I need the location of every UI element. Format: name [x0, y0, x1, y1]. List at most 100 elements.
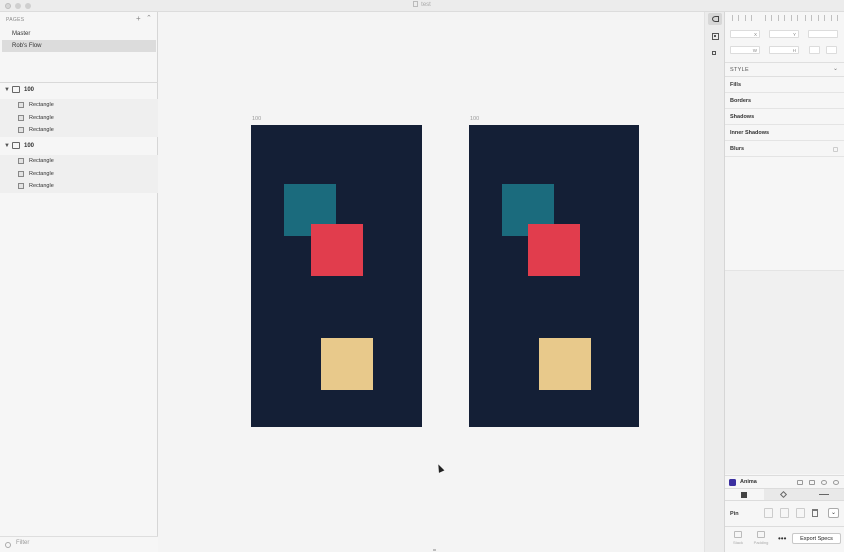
sand-rectangle[interactable]	[539, 338, 591, 390]
document-icon	[413, 1, 419, 7]
anima-logo-icon	[729, 479, 736, 486]
layer-label: Rectangle	[29, 170, 54, 177]
layer-row[interactable]: Rectangle	[0, 111, 158, 124]
mouse-cursor-icon	[435, 463, 445, 473]
w-field-label: W	[752, 48, 757, 53]
inspector-empty-area	[725, 270, 844, 474]
layer-label: Rectangle	[29, 158, 54, 164]
pin-label: Pin	[730, 511, 739, 517]
x-field[interactable]: X	[730, 30, 760, 38]
align-bottom-icon[interactable]	[831, 15, 838, 21]
filter-input[interactable]: Filter	[16, 540, 29, 546]
layer-label: Rectangle	[29, 114, 54, 121]
pin-dropdown[interactable]: ⌄	[828, 508, 839, 518]
rectangle-icon	[18, 102, 24, 108]
align-center-icon[interactable]	[778, 15, 785, 21]
y-field[interactable]: Y	[769, 30, 799, 38]
disclosure-triangle-icon[interactable]: ▼	[4, 83, 10, 97]
window-title-text: test	[421, 2, 431, 8]
layer-label: Rectangle	[29, 102, 54, 108]
artboard-title[interactable]: 100	[470, 116, 479, 122]
gear-icon[interactable]	[821, 480, 827, 485]
height-field[interactable]: H	[769, 46, 799, 54]
flip-horizontal-button[interactable]	[809, 46, 820, 54]
layout-tab-icon	[741, 492, 747, 498]
fills-section[interactable]: Fills	[725, 77, 844, 93]
padding-button[interactable]: Padding	[752, 531, 770, 545]
window-title: test	[0, 1, 844, 8]
layers-panel: PAGES + ⌃ Master Rob's Flow ▼ 100 Rectan…	[0, 12, 158, 552]
page-item-master[interactable]: Master	[2, 28, 156, 40]
y-field-label: Y	[792, 32, 796, 37]
style-inspector-icon	[712, 16, 719, 22]
align-left-icon[interactable]	[765, 15, 772, 21]
padding-label: Padding	[753, 540, 769, 545]
app-window: test PAGES + ⌃ Master Rob's Flow ▼ 100 R…	[0, 0, 844, 552]
artboard-layer-row[interactable]: ▼ 100	[0, 139, 158, 153]
layer-row[interactable]: Rectangle	[0, 99, 158, 112]
pin-right-button[interactable]	[796, 508, 805, 518]
rectangle-icon	[18, 170, 24, 177]
filter-icon[interactable]	[5, 542, 11, 548]
layer-row[interactable]: Rectangle	[0, 167, 158, 180]
preview-icon[interactable]	[797, 480, 803, 485]
artboard-layer-label: 100	[24, 143, 35, 149]
flip-vertical-button[interactable]	[826, 46, 837, 54]
rectangle-icon	[18, 158, 24, 164]
blur-toggle[interactable]	[833, 147, 838, 152]
pin-left-button[interactable]	[764, 508, 773, 518]
anima-bottom-bar: Stack Padding ••• Export Specs	[725, 526, 844, 552]
padding-icon	[757, 531, 765, 538]
blurs-section[interactable]: Blurs	[725, 141, 844, 157]
rotation-field[interactable]	[808, 30, 838, 38]
artboard[interactable]	[469, 125, 639, 427]
rectangle-icon	[18, 114, 24, 121]
align-middle-icon[interactable]	[818, 15, 825, 21]
help-icon[interactable]	[833, 480, 839, 485]
canvas[interactable]: 100 100	[159, 12, 704, 552]
chevron-up-icon[interactable]: ⌃	[146, 14, 152, 22]
filter-bar: Filter	[0, 536, 158, 552]
layer-row[interactable]: Rectangle	[0, 180, 158, 193]
tab-layout[interactable]	[725, 489, 764, 500]
pages-header: PAGES	[6, 17, 25, 23]
distribute-horizontal-icon[interactable]	[732, 15, 739, 21]
tab-export-inspector[interactable]	[708, 48, 722, 60]
page-item-robs-flow[interactable]: Rob's Flow	[2, 40, 156, 52]
align-top-icon[interactable]	[805, 15, 812, 21]
layout-icon[interactable]	[809, 480, 815, 485]
borders-section[interactable]: Borders	[725, 93, 844, 109]
distribute-vertical-icon[interactable]	[745, 15, 752, 21]
anima-header: Anima	[725, 475, 844, 488]
tab-prototype-inspector[interactable]	[708, 30, 722, 42]
chevron-down-icon[interactable]: ⌄	[833, 65, 838, 72]
disclosure-triangle-icon[interactable]: ▼	[4, 139, 10, 153]
shadows-section[interactable]: Shadows	[725, 109, 844, 125]
artboard[interactable]	[251, 125, 422, 427]
rocket-icon	[779, 490, 788, 499]
sand-rectangle[interactable]	[321, 338, 373, 390]
artboard-layer-row[interactable]: ▼ 100	[0, 83, 158, 97]
layer-row[interactable]: Rectangle	[0, 155, 158, 168]
more-icon[interactable]: •••	[778, 534, 786, 543]
width-field[interactable]: W	[730, 46, 760, 54]
layer-row[interactable]: Rectangle	[0, 124, 158, 137]
red-rectangle[interactable]	[311, 224, 363, 276]
artboard-title[interactable]: 100	[252, 116, 261, 122]
red-rectangle[interactable]	[528, 224, 580, 276]
title-bar: test	[0, 0, 844, 12]
pin-center-button[interactable]	[780, 508, 789, 518]
anima-title: Anima	[740, 479, 757, 485]
trash-icon[interactable]	[812, 509, 818, 517]
tab-breakpoints[interactable]	[805, 489, 844, 500]
stack-button[interactable]: Stack	[729, 531, 747, 545]
style-header: STYLE	[730, 67, 749, 73]
add-page-icon[interactable]: +	[136, 14, 141, 23]
tab-links[interactable]	[765, 489, 804, 500]
inner-shadows-section[interactable]: Inner Shadows	[725, 125, 844, 141]
artboard-icon	[12, 86, 20, 93]
align-right-icon[interactable]	[791, 15, 798, 21]
tab-style-inspector[interactable]	[708, 13, 722, 25]
export-specs-button[interactable]: Export Specs	[792, 533, 841, 544]
scrollbar-thumb[interactable]	[433, 549, 436, 551]
